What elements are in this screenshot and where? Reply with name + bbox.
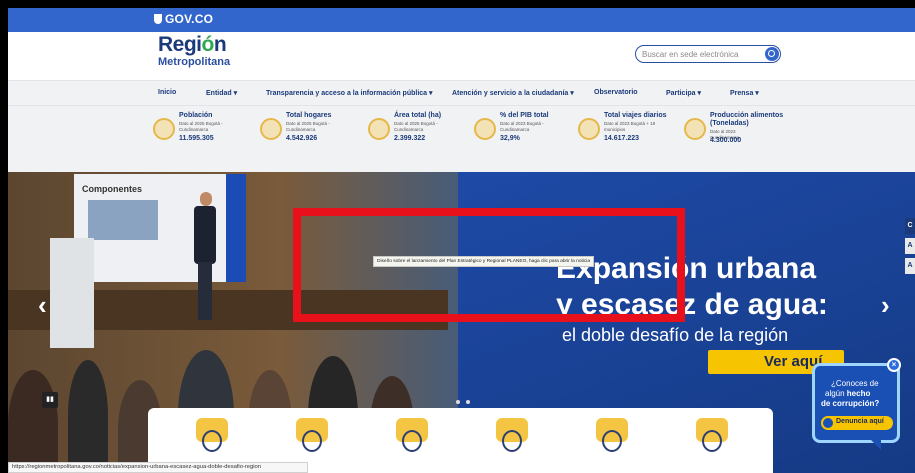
stat-hogares: Total hogares Dato al 2025 Bogotá - Cund… [260, 112, 360, 162]
population-icon [153, 118, 175, 140]
site-header: Región Metropolitana [8, 32, 915, 80]
stat-poblacion: Población Dato al 2025 Bogotá - Cundinam… [153, 112, 253, 162]
meeting-icon[interactable] [394, 414, 430, 454]
nav-transparencia[interactable]: Transparencia y acceso a la información … [266, 89, 433, 97]
icon-outline [202, 430, 222, 452]
nav-atencion[interactable]: Atención y servicio a la ciudadanía ▾ [452, 89, 574, 97]
icon-outline [402, 430, 422, 452]
households-icon [260, 118, 282, 140]
audience-person [68, 360, 108, 470]
brand-part-b: ó [201, 33, 215, 56]
shield-icon [154, 14, 162, 24]
stat-subtitle: Dato al 2023 Bogotá - Cundinamarca [500, 121, 544, 132]
carousel-dot[interactable] [456, 400, 460, 404]
side-tab[interactable]: A [905, 258, 915, 274]
brand-line-1: Región [158, 34, 230, 56]
chevron-right-icon[interactable]: › [881, 290, 890, 321]
corruption-line-1: ¿Conoces de [831, 379, 879, 388]
gov-top-bar: GOV.CO [8, 8, 915, 32]
brand-part-c: n [213, 33, 227, 56]
stat-title: Producción alimentos (Toneladas) [710, 112, 784, 127]
audience-person [8, 370, 58, 473]
stat-title: % del PIB total [500, 112, 549, 119]
stat-value: 14.617.223 [604, 135, 640, 142]
stat-title: Área total (ha) [394, 112, 442, 119]
area-icon [368, 118, 390, 140]
trips-icon [578, 118, 600, 140]
main-nav: Inicio Entidad ▾ Transparencia y acceso … [8, 80, 915, 106]
nav-observatorio[interactable]: Observatorio [594, 89, 638, 96]
brand-part-a: Regi [158, 33, 202, 56]
nav-prensa[interactable]: Prensa ▾ [730, 89, 759, 97]
speaker-figure [190, 192, 220, 322]
side-tab[interactable]: C [905, 218, 915, 234]
search-icon[interactable] [765, 47, 779, 61]
corruption-line-2b: hecho [846, 389, 871, 398]
corruption-report-widget[interactable]: × ¿Conoces de algún hecho de corrupción?… [812, 358, 901, 450]
search-input[interactable] [642, 48, 760, 61]
stats-bar: Población Dato al 2025 Bogotá - Cundinam… [8, 106, 915, 172]
close-icon[interactable]: × [887, 358, 901, 372]
corruption-line-3: de corrupción? [821, 399, 880, 408]
denuncia-aqui-button[interactable]: Denuncia aquí [821, 416, 893, 430]
side-tab[interactable]: A [905, 238, 915, 254]
podium [50, 238, 94, 348]
stat-value: 4.300.000 [710, 137, 742, 144]
screen-title: Componentes [82, 184, 143, 194]
stat-title: Total hogares [286, 112, 332, 119]
denuncia-aqui-label: Denuncia aquí [836, 418, 884, 425]
food-icon [684, 118, 706, 140]
stat-subtitle: Dato al 2025 Bogotá - Cundinamarca [286, 121, 330, 132]
stat-value: 2.399.322 [394, 135, 426, 142]
stat-alimentos: Producción alimentos (Toneladas) Dato al… [684, 112, 794, 162]
carousel-dot[interactable] [466, 400, 470, 404]
corruption-line-2a: algún [825, 389, 847, 398]
speaker-head [200, 192, 212, 206]
lightbulb-head-icon[interactable] [294, 414, 330, 454]
nav-inicio[interactable]: Inicio [158, 89, 176, 96]
stat-subtitle: Dato al 2025 Bogotá - Cundinamarca [394, 121, 438, 132]
chevron-left-icon[interactable]: ‹ [38, 290, 47, 321]
gov-co-logo[interactable]: GOV.CO [154, 12, 213, 26]
icon-outline [502, 430, 522, 452]
nav-participa[interactable]: Participa ▾ [666, 89, 701, 97]
speech-bubble-tail [871, 440, 881, 450]
speaker-legs [198, 262, 212, 320]
red-highlight-box [293, 208, 685, 322]
stat-title: Población [179, 112, 213, 119]
stat-subtitle: Dato al 2025 Bogotá - Cundinamarca [179, 121, 223, 132]
speaker-body [194, 206, 216, 264]
stat-title: Total viajes diarios [604, 112, 667, 119]
speech-person-icon[interactable] [694, 414, 730, 454]
alert-icon [823, 418, 833, 428]
stat-value: 4.542.926 [286, 135, 318, 142]
pause-icon[interactable]: ▮▮ [42, 392, 58, 408]
nav-entidad[interactable]: Entidad ▾ [206, 89, 237, 97]
stat-pib: % del PIB total Dato al 2023 Bogotá - Cu… [474, 112, 574, 162]
stat-subtitle: Dato al 2023 Bogotá + 18 municipios [604, 121, 656, 132]
city-people-icon[interactable] [594, 414, 630, 454]
icon-outline [602, 430, 622, 452]
projection-screen: Componentes [74, 174, 246, 282]
map-pin-icon[interactable] [494, 414, 530, 454]
browser-viewport: GOV.CO Región Metropolitana Inicio Entid… [8, 8, 915, 473]
brand-line-2: Metropolitana [158, 56, 231, 68]
abc-search-icon[interactable] [194, 414, 230, 454]
stat-value: 32,9% [500, 135, 520, 142]
screen-photo [88, 200, 158, 240]
gov-co-text: GOV.CO [165, 12, 214, 26]
search-box [635, 45, 781, 63]
browser-status-url: https://regionmetropolitana.gov.co/notic… [8, 462, 308, 473]
icon-outline [702, 430, 722, 452]
stat-area: Área total (ha) Dato al 2025 Bogotá - Cu… [368, 112, 468, 162]
side-accessibility-tabs: C A A [905, 218, 915, 278]
screen-side-strip [226, 174, 246, 282]
region-metropolitana-logo[interactable]: Región Metropolitana [158, 34, 231, 69]
stat-value: 11.595.305 [179, 135, 214, 142]
hero-headline-line3: el doble desafío de la región [562, 325, 789, 345]
gdp-icon [474, 118, 496, 140]
icon-outline [302, 430, 322, 452]
stat-viajes: Total viajes diarios Dato al 2023 Bogotá… [578, 112, 678, 162]
corruption-line-2: algún hecho [825, 389, 870, 398]
